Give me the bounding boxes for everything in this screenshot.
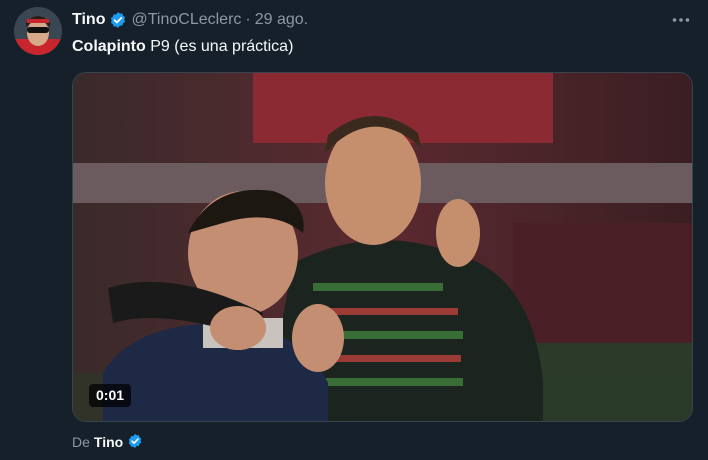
tweet-header: Tino @TinoCLeclerc · 29 ago. [72,9,308,31]
from-label: De [72,434,90,450]
tweet-text-bold: Colapinto [72,38,146,55]
tweet-text-rest: P9 (es una práctica) [145,38,294,55]
separator-dot: · [245,11,251,28]
avatar[interactable] [14,7,62,55]
video-source: De Tino [72,432,145,452]
video-frame [73,73,692,421]
tweet-text: Colapinto P9 (es una práctica) [72,37,293,57]
verified-badge-icon [109,11,127,29]
video-timestamp: 0:01 [89,384,132,407]
tweet-card[interactable]: Tino @TinoCLeclerc · 29 ago. Colapinto P… [0,0,708,460]
video-player[interactable]: 0:01 [72,72,693,422]
verified-badge-icon [127,433,145,451]
tweet-time[interactable]: 29 ago. [255,11,308,29]
from-author-name[interactable]: Tino [94,434,123,450]
author-name[interactable]: Tino [72,11,105,29]
author-handle[interactable]: @TinoCLeclerc [131,11,241,29]
more-horizontal-icon[interactable] [670,9,692,31]
